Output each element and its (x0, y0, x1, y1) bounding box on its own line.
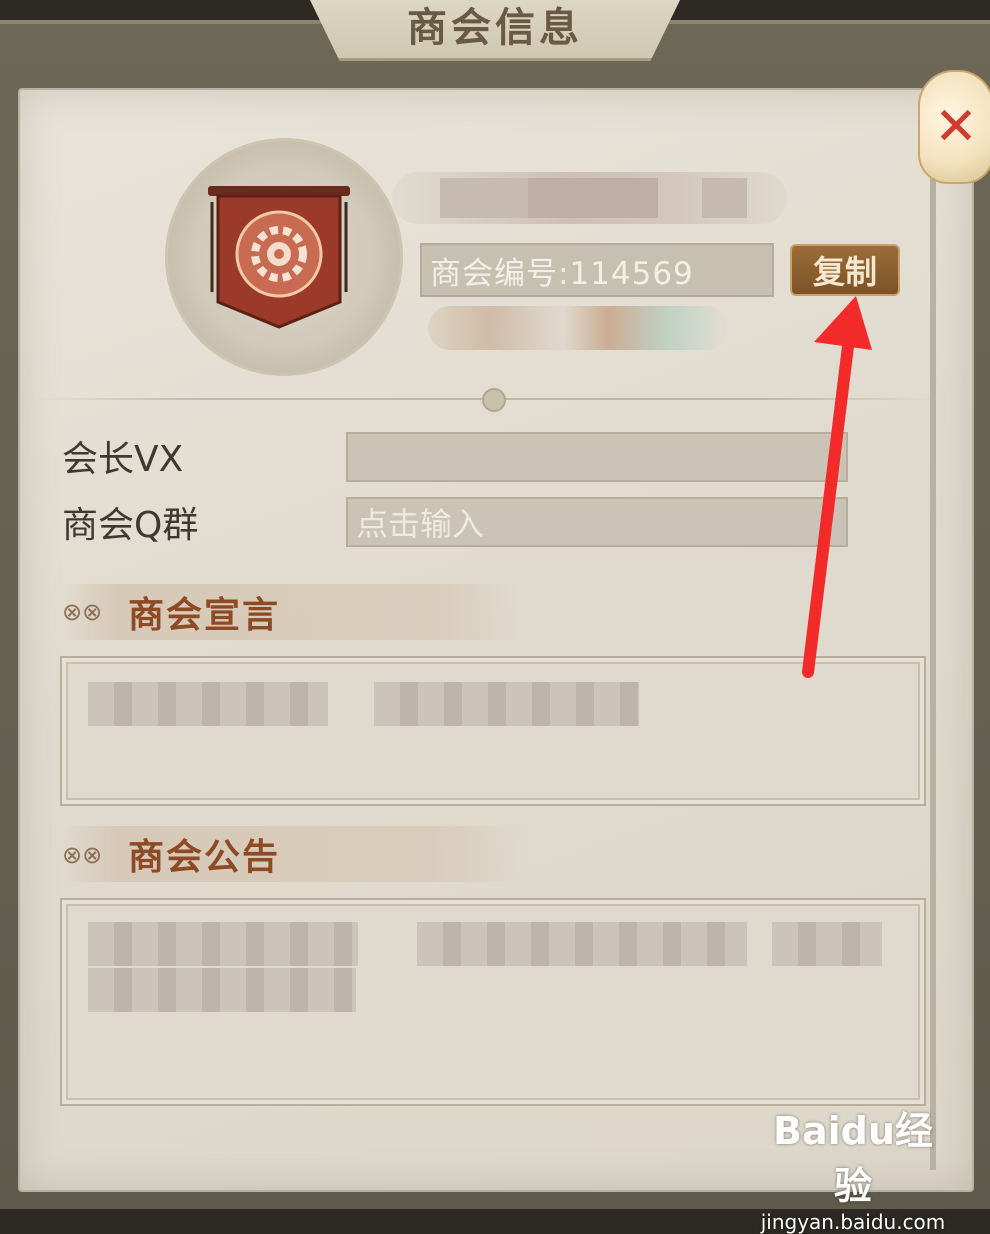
panel-edge (930, 110, 936, 1170)
declaration-title: 商会宣言 (128, 594, 281, 636)
close-button[interactable]: ✕ (918, 70, 990, 184)
guild-banner-icon (208, 186, 350, 329)
watermark-brand: Baidu经验 (773, 1109, 933, 1208)
guild-stats-blurred (428, 306, 728, 350)
watermark-url: jingyan.baidu.com (760, 1210, 946, 1234)
baidu-watermark: Baidu经验 jingyan.baidu.com (758, 1100, 948, 1234)
guild-name-blurred (392, 172, 787, 224)
qq-group-input[interactable]: 点击输入 (346, 497, 848, 547)
divider-ornament-icon (482, 388, 506, 412)
guild-id-field: 商会编号:114569 (420, 243, 774, 297)
leader-vx-label: 会长VX (62, 439, 184, 480)
close-x-icon: ✕ (934, 97, 978, 157)
announcement-textbox[interactable] (60, 898, 926, 1106)
declaration-textbox[interactable] (60, 656, 926, 806)
leader-vx-input[interactable] (346, 432, 848, 482)
window-title: 商会信息 (407, 4, 583, 51)
section-ornament-icon: ⊗⊗ (62, 841, 103, 869)
announcement-title: 商会公告 (128, 836, 281, 878)
qq-group-label: 商会Q群 (62, 505, 199, 546)
copy-button[interactable]: 复制 (790, 244, 900, 296)
section-ornament-icon: ⊗⊗ (62, 598, 103, 626)
